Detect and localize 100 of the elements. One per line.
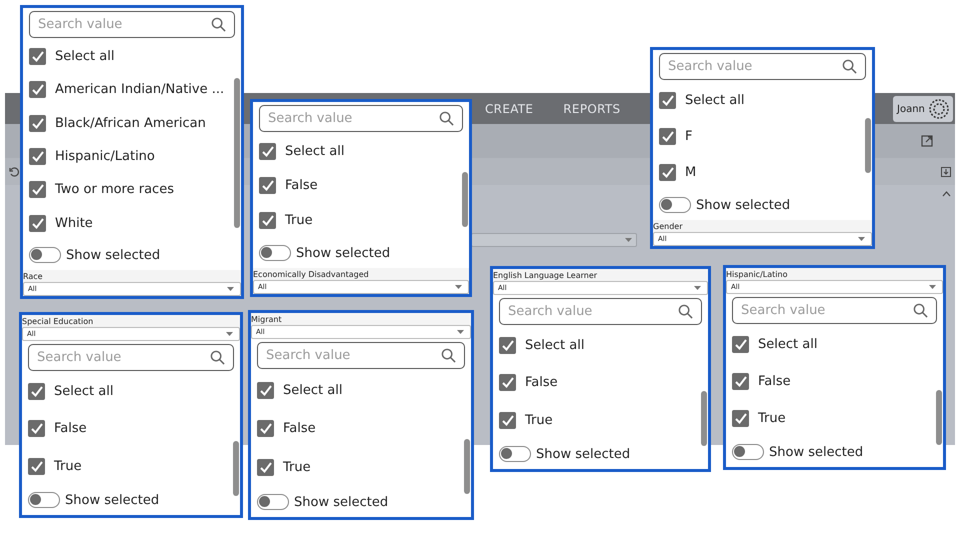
user-button[interactable]: Joann [893, 96, 953, 122]
checkbox[interactable] [29, 81, 46, 98]
scrollbar[interactable] [936, 390, 942, 445]
scrollbar[interactable] [234, 78, 240, 228]
checkbox[interactable] [29, 214, 46, 232]
toggle-label: Show selected [296, 246, 390, 260]
checkbox[interactable] [259, 212, 276, 230]
option-label: Black/African American [55, 116, 206, 131]
filter-label: Race [23, 270, 241, 282]
search-icon [842, 59, 857, 74]
option-label: American Indian/Native ... [55, 82, 224, 98]
option-label: Select all [685, 92, 744, 108]
scrollbar[interactable] [464, 439, 470, 494]
option-label: True [758, 411, 786, 426]
nav-link[interactable]: REPORTS [563, 102, 620, 116]
caret-icon [694, 286, 701, 290]
caret-icon [858, 237, 865, 241]
option-label: Select all [55, 49, 114, 64]
toggle-label: Show selected [66, 248, 160, 262]
option-label: False [283, 421, 316, 436]
checkbox[interactable] [257, 459, 274, 476]
toggle-switch[interactable] [499, 446, 531, 462]
scrollbar[interactable] [462, 172, 468, 227]
option-label: Select all [54, 384, 114, 400]
option-label: True [285, 213, 313, 228]
search-field[interactable]: Search value [257, 342, 465, 369]
checkbox[interactable] [659, 164, 676, 180]
toggle-label: Show selected [65, 492, 160, 508]
checkbox[interactable] [259, 177, 276, 194]
external-link-icon[interactable] [921, 135, 933, 147]
toggle-switch[interactable] [732, 444, 764, 460]
option-label: True [283, 460, 311, 476]
search-field[interactable]: Search value [259, 105, 463, 132]
nav-link[interactable]: CREATE [485, 102, 534, 116]
search-icon [678, 304, 693, 319]
search-field[interactable]: Search value [732, 297, 937, 324]
filter-label: Special Education [22, 315, 240, 327]
checkbox[interactable] [659, 92, 676, 108]
checkbox[interactable] [732, 373, 749, 390]
checkbox[interactable] [29, 48, 46, 66]
caret-icon [455, 285, 462, 289]
option-label: Select all [758, 337, 818, 352]
download-icon[interactable] [941, 166, 951, 176]
checkbox[interactable] [29, 148, 46, 166]
checkbox[interactable] [499, 374, 516, 392]
checkbox[interactable] [28, 420, 45, 438]
option-label: False [54, 421, 87, 436]
search-icon [439, 111, 454, 126]
filter-label: Economically Disadvantaged [253, 268, 469, 280]
filter-label: Migrant [251, 313, 471, 325]
filter-label: English Language Learner [493, 269, 708, 281]
caret-icon [227, 287, 234, 291]
option-label: Select all [283, 382, 342, 398]
checkbox[interactable] [29, 114, 46, 132]
checkbox[interactable] [29, 181, 46, 198]
filter-label: Gender [653, 220, 872, 232]
scrollbar[interactable] [233, 441, 239, 496]
checkbox[interactable] [257, 420, 274, 438]
search-field[interactable]: Search value [28, 344, 234, 371]
undo-icon[interactable] [9, 166, 19, 176]
toggle-switch[interactable] [659, 197, 691, 213]
option-label: False [285, 178, 318, 194]
search-icon [211, 17, 226, 32]
option-label: False [758, 374, 791, 389]
checkbox[interactable] [257, 382, 274, 399]
toggle-label: Show selected [294, 494, 388, 510]
search-field[interactable]: Search value [29, 11, 235, 38]
checkbox[interactable] [28, 383, 45, 400]
toggle-switch[interactable] [28, 492, 60, 508]
option-label: Hispanic/Latino [55, 149, 155, 164]
option-label: White [55, 216, 93, 231]
caret-icon [226, 332, 233, 336]
caret-icon [457, 330, 464, 334]
toggle-label: Show selected [696, 198, 790, 212]
checkbox[interactable] [732, 336, 749, 353]
caret-icon [625, 238, 632, 242]
search-icon [441, 348, 456, 363]
scrollbar[interactable] [865, 118, 871, 173]
chevron-up-icon[interactable] [942, 191, 951, 197]
toggle-switch[interactable] [257, 494, 289, 510]
toggle-switch[interactable] [259, 245, 291, 261]
search-field[interactable]: Search value [659, 53, 866, 80]
scrollbar[interactable] [701, 391, 707, 446]
checkbox[interactable] [28, 458, 45, 475]
toggle-label: Show selected [769, 444, 864, 460]
avatar-icon [929, 99, 949, 119]
search-field[interactable]: Search value [499, 298, 702, 325]
option-label: True [54, 458, 82, 474]
option-label: F [685, 128, 692, 144]
toggle-label: Show selected [536, 446, 630, 462]
checkbox[interactable] [732, 410, 749, 427]
checkbox[interactable] [499, 337, 516, 354]
checkbox[interactable] [659, 128, 676, 144]
option-label: Select all [525, 338, 584, 354]
checkbox[interactable] [499, 412, 516, 429]
checkbox[interactable] [259, 142, 276, 160]
option-label: Select all [285, 144, 344, 159]
option-label: Two or more races [55, 182, 174, 198]
filter-label: Hispanic/Latino [726, 268, 943, 280]
toggle-switch[interactable] [29, 247, 61, 263]
